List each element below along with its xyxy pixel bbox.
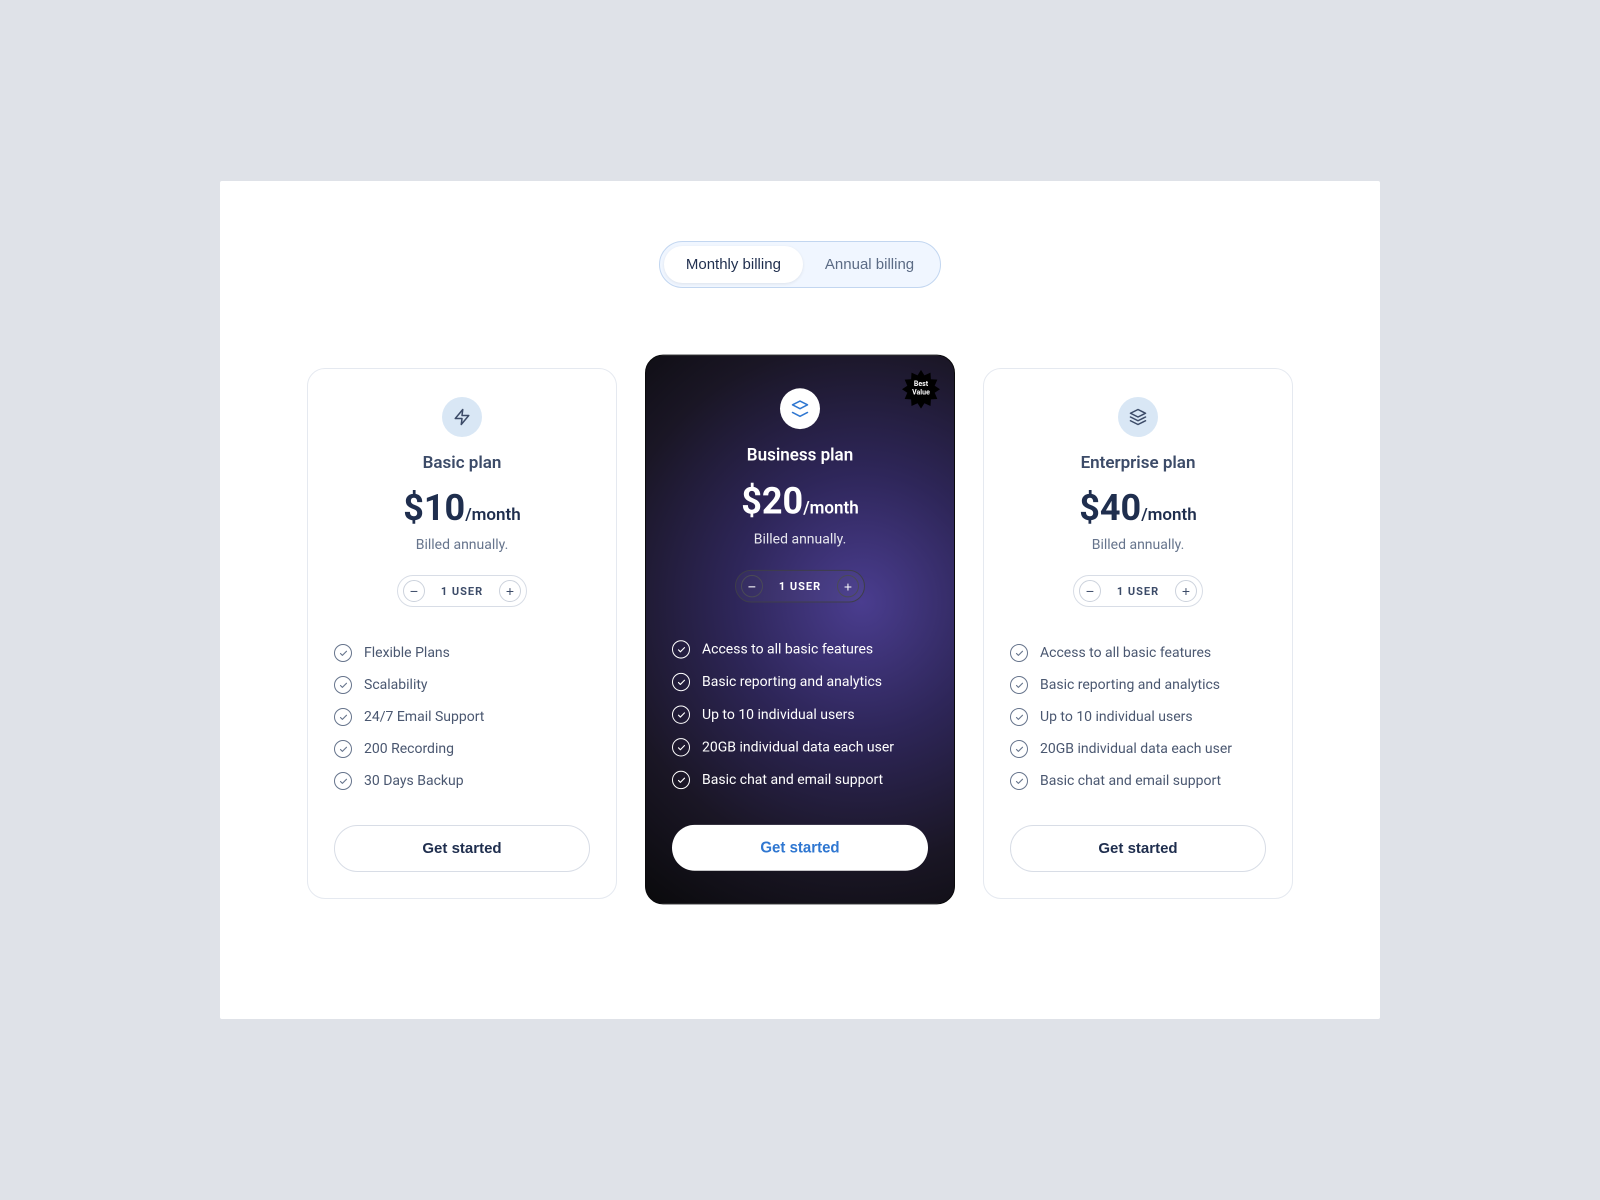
feature-list: Flexible Plans Scalability 24/7 Email Su… — [334, 637, 590, 797]
price-period: /month — [465, 505, 521, 525]
feature-item: Basic chat and email support — [672, 764, 928, 797]
plan-card-enterprise: Enterprise plan $40/month Billed annuall… — [983, 368, 1293, 899]
feature-label: 30 Days Backup — [364, 773, 464, 789]
check-icon — [1010, 644, 1028, 662]
feature-label: 24/7 Email Support — [364, 709, 484, 725]
plan-name: Basic plan — [334, 453, 590, 473]
plan-price: $10/month — [334, 487, 590, 529]
badge-line2: Value — [912, 388, 930, 396]
check-icon — [334, 644, 352, 662]
plan-icon-business — [780, 388, 820, 429]
user-count: 1 USER — [779, 580, 821, 593]
lightning-icon — [453, 408, 471, 426]
feature-item: Up to 10 individual users — [1010, 701, 1266, 733]
feature-label: Access to all basic features — [702, 641, 873, 657]
plan-card-basic: Basic plan $10/month Billed annually. − … — [307, 368, 617, 899]
check-icon — [672, 673, 690, 691]
feature-item: Access to all basic features — [1010, 637, 1266, 669]
billing-toggle: Monthly billing Annual billing — [659, 241, 941, 288]
price-amount: $10 — [403, 487, 465, 529]
feature-item: 30 Days Backup — [334, 765, 590, 797]
price-amount: $40 — [1079, 487, 1141, 529]
feature-label: 20GB individual data each user — [702, 739, 894, 755]
feature-list: Access to all basic features Basic repor… — [672, 633, 928, 796]
feature-label: Basic reporting and analytics — [1040, 677, 1220, 693]
monthly-billing-tab[interactable]: Monthly billing — [664, 246, 803, 283]
stack-icon — [1129, 408, 1147, 426]
billing-note: Billed annually. — [672, 531, 928, 547]
user-count: 1 USER — [441, 585, 483, 598]
feature-item: Basic reporting and analytics — [1010, 669, 1266, 701]
billing-note: Billed annually. — [1010, 537, 1266, 553]
user-quantity-stepper: − 1 USER + — [397, 575, 527, 607]
check-icon — [672, 705, 690, 723]
increment-button[interactable]: + — [1175, 580, 1197, 602]
check-icon — [334, 708, 352, 726]
feature-label: Basic chat and email support — [1040, 773, 1221, 789]
layers-icon — [791, 399, 809, 417]
feature-label: 20GB individual data each user — [1040, 741, 1232, 757]
pricing-grid: Basic plan $10/month Billed annually. − … — [300, 368, 1300, 899]
feature-item: Up to 10 individual users — [672, 698, 928, 731]
plan-icon-enterprise — [1118, 397, 1158, 437]
feature-label: Up to 10 individual users — [702, 707, 855, 723]
plan-price: $40/month — [1010, 487, 1266, 529]
pricing-panel: Monthly billing Annual billing Basic pla… — [220, 181, 1380, 1019]
decrement-button[interactable]: − — [1079, 580, 1101, 602]
check-icon — [672, 640, 690, 658]
feature-item: 200 Recording — [334, 733, 590, 765]
check-icon — [1010, 740, 1028, 758]
plan-icon-basic — [442, 397, 482, 437]
feature-label: Up to 10 individual users — [1040, 709, 1193, 725]
increment-button[interactable]: + — [499, 580, 521, 602]
check-icon — [1010, 708, 1028, 726]
user-count: 1 USER — [1117, 585, 1159, 598]
decrement-button[interactable]: − — [403, 580, 425, 602]
check-icon — [672, 771, 690, 789]
feature-label: Flexible Plans — [364, 645, 450, 661]
check-icon — [334, 772, 352, 790]
plan-name: Enterprise plan — [1010, 453, 1266, 473]
increment-button[interactable]: + — [837, 575, 859, 597]
feature-label: Scalability — [364, 677, 428, 693]
user-quantity-stepper: − 1 USER + — [735, 570, 865, 603]
user-quantity-stepper: − 1 USER + — [1073, 575, 1203, 607]
feature-item: 20GB individual data each user — [672, 731, 928, 764]
price-period: /month — [803, 498, 859, 518]
best-value-badge: BestValue — [902, 370, 940, 409]
feature-label: Access to all basic features — [1040, 645, 1211, 661]
feature-item: 24/7 Email Support — [334, 701, 590, 733]
feature-item: Flexible Plans — [334, 637, 590, 669]
price-period: /month — [1141, 505, 1197, 525]
get-started-button[interactable]: Get started — [672, 825, 928, 871]
feature-label: 200 Recording — [364, 741, 454, 757]
feature-item: Basic chat and email support — [1010, 765, 1266, 797]
feature-item: Basic reporting and analytics — [672, 666, 928, 699]
feature-list: Access to all basic features Basic repor… — [1010, 637, 1266, 797]
billing-note: Billed annually. — [334, 537, 590, 553]
check-icon — [1010, 772, 1028, 790]
feature-item: Access to all basic features — [672, 633, 928, 666]
annual-billing-tab[interactable]: Annual billing — [803, 246, 936, 283]
price-amount: $20 — [741, 480, 803, 523]
plan-price: $20/month — [672, 480, 928, 523]
get-started-button[interactable]: Get started — [1010, 825, 1266, 872]
check-icon — [334, 676, 352, 694]
decrement-button[interactable]: − — [741, 575, 763, 597]
check-icon — [1010, 676, 1028, 694]
feature-label: Basic reporting and analytics — [702, 674, 882, 690]
plan-name: Business plan — [672, 445, 928, 465]
plan-card-business: BestValue Business plan $20/month Billed… — [645, 355, 955, 905]
feature-item: 20GB individual data each user — [1010, 733, 1266, 765]
check-icon — [672, 738, 690, 756]
feature-label: Basic chat and email support — [702, 772, 883, 788]
feature-item: Scalability — [334, 669, 590, 701]
check-icon — [334, 740, 352, 758]
get-started-button[interactable]: Get started — [334, 825, 590, 872]
